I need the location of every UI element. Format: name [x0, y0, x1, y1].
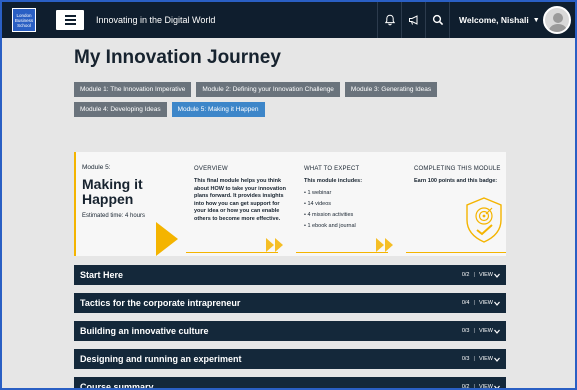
section-title: Start Here — [80, 270, 124, 280]
section-meta: 0/3 | VIEW — [462, 328, 500, 334]
module-tabs: Module 1: The Innovation Imperative Modu… — [74, 82, 514, 117]
tab-module-4[interactable]: Module 4: Developing Ideas — [74, 102, 167, 117]
estimated-time: Estimated time: 4 hours — [82, 213, 146, 219]
user-menu[interactable]: Welcome, Nishali ▼ — [449, 2, 541, 38]
view-toggle[interactable]: VIEW — [478, 384, 500, 390]
play-arrow-icon — [156, 222, 178, 256]
section-title: Course summary — [80, 382, 154, 390]
module-title-line: Making it — [82, 176, 143, 192]
section-row-experiment[interactable]: Designing and running an experiment 0/3 … — [74, 349, 506, 369]
separator: | — [473, 300, 475, 306]
chevron-down-icon — [494, 301, 500, 306]
view-toggle[interactable]: VIEW — [479, 300, 500, 306]
logo-line: School — [17, 22, 31, 28]
course-title: Innovating in the Digital World — [96, 15, 216, 25]
megaphone-icon — [408, 15, 417, 25]
section-meta: 0/4 | VIEW — [462, 300, 500, 306]
section-row-culture[interactable]: Building an innovative culture 0/3 | VIE… — [74, 321, 506, 341]
view-toggle[interactable]: VIEW — [479, 356, 500, 362]
section-row-start-here[interactable]: Start Here 0/2 | VIEW — [74, 265, 506, 285]
overview-column: OVERVIEW This final module helps you thi… — [194, 166, 292, 223]
double-chevron-icon — [266, 238, 283, 252]
app-frame: London Business School Innovating in the… — [0, 0, 577, 390]
avatar[interactable] — [543, 6, 571, 34]
expect-intro: This module includes: — [304, 178, 363, 184]
chevron-down-icon — [494, 273, 500, 278]
school-logo[interactable]: London Business School — [12, 8, 36, 32]
view-label: VIEW — [478, 384, 493, 390]
section-row-summary[interactable]: Course summary 0/2 | VIEW — [74, 377, 506, 390]
chevron-down-icon — [494, 385, 500, 388]
module-summary: Module 5: Making it Happen Estimated tim… — [82, 164, 172, 219]
list-item: • 1 ebook and journal — [304, 222, 356, 229]
page-title: My Innovation Journey — [74, 47, 281, 68]
section-meta: 0/2 | VIEW — [461, 384, 500, 390]
search-icon — [432, 14, 443, 26]
search-button[interactable] — [425, 2, 449, 38]
view-label: VIEW — [478, 272, 493, 278]
section-progress: 0/4 — [461, 300, 470, 306]
notifications-button[interactable] — [377, 2, 401, 38]
announcements-button[interactable] — [401, 2, 425, 38]
separator: | — [473, 384, 475, 390]
topbar-actions: Welcome, Nishali ▼ — [377, 2, 575, 38]
completing-text: Earn 100 points and this badge: — [414, 178, 498, 184]
divider-line — [296, 252, 388, 253]
module-info-panel: Module 5: Making it Happen Estimated tim… — [74, 152, 506, 256]
module-title-line: Happen — [82, 191, 134, 207]
completing-column: COMPLETING THIS MODULE Earn 100 points a… — [414, 166, 508, 186]
tab-module-3[interactable]: Module 3: Generating Ideas — [344, 82, 438, 97]
section-progress: 0/2 — [461, 272, 470, 278]
separator: | — [473, 272, 475, 278]
welcome-text: Welcome, Nishali — [459, 15, 529, 25]
tab-module-2[interactable]: Module 2: Defining your Innovation Chall… — [196, 82, 340, 97]
section-title: Tactics for the corporate intrapreneur — [80, 298, 241, 308]
chevron-down-icon — [494, 329, 500, 334]
list-item: • 14 videos — [304, 200, 331, 207]
tab-module-1[interactable]: Module 1: The Innovation Imperative — [74, 82, 192, 97]
badge-icon — [466, 197, 502, 243]
view-label: VIEW — [478, 300, 493, 306]
view-label: VIEW — [478, 328, 493, 334]
section-progress: 0/3 — [461, 328, 470, 334]
overview-text: This final module helps you think about … — [194, 178, 286, 222]
section-title: Designing and running an experiment — [80, 354, 242, 364]
divider-line — [186, 252, 278, 253]
overview-heading: OVERVIEW — [194, 166, 228, 172]
chevron-down-icon — [494, 357, 500, 362]
view-label: VIEW — [478, 356, 493, 362]
hamburger-icon — [64, 23, 76, 25]
separator: | — [473, 328, 475, 334]
expect-list: • 1 webinar • 14 videos • 4 mission acti… — [304, 188, 402, 232]
list-item: • 4 mission activities — [304, 211, 354, 218]
double-chevron-icon — [376, 238, 393, 252]
section-title: Building an innovative culture — [80, 326, 209, 336]
top-bar: London Business School Innovating in the… — [2, 2, 575, 38]
menu-button[interactable] — [56, 10, 84, 30]
divider-line — [406, 252, 506, 253]
hamburger-icon — [64, 15, 76, 17]
section-meta: 0/2 | VIEW — [462, 272, 500, 278]
completing-heading: COMPLETING THIS MODULE — [414, 166, 501, 172]
expect-column: WHAT TO EXPECT This module includes: • 1… — [304, 166, 402, 232]
separator: | — [473, 356, 475, 362]
section-row-tactics[interactable]: Tactics for the corporate intrapreneur 0… — [74, 293, 506, 313]
bell-icon — [384, 14, 395, 26]
view-toggle[interactable]: VIEW — [479, 328, 500, 334]
module-title: Making it Happen — [82, 177, 172, 207]
module-number: Module 5: — [82, 164, 111, 171]
section-progress: 0/2 — [461, 384, 470, 390]
view-toggle[interactable]: VIEW — [479, 272, 500, 278]
chevron-down-icon: ▼ — [532, 16, 540, 24]
tab-module-5[interactable]: Module 5: Making it Happen — [171, 102, 265, 117]
expect-heading: WHAT TO EXPECT — [304, 166, 360, 172]
list-item: • 1 webinar — [304, 189, 332, 196]
hamburger-icon — [64, 19, 76, 21]
section-meta: 0/3 | VIEW — [462, 356, 500, 362]
section-progress: 0/3 — [461, 356, 470, 362]
